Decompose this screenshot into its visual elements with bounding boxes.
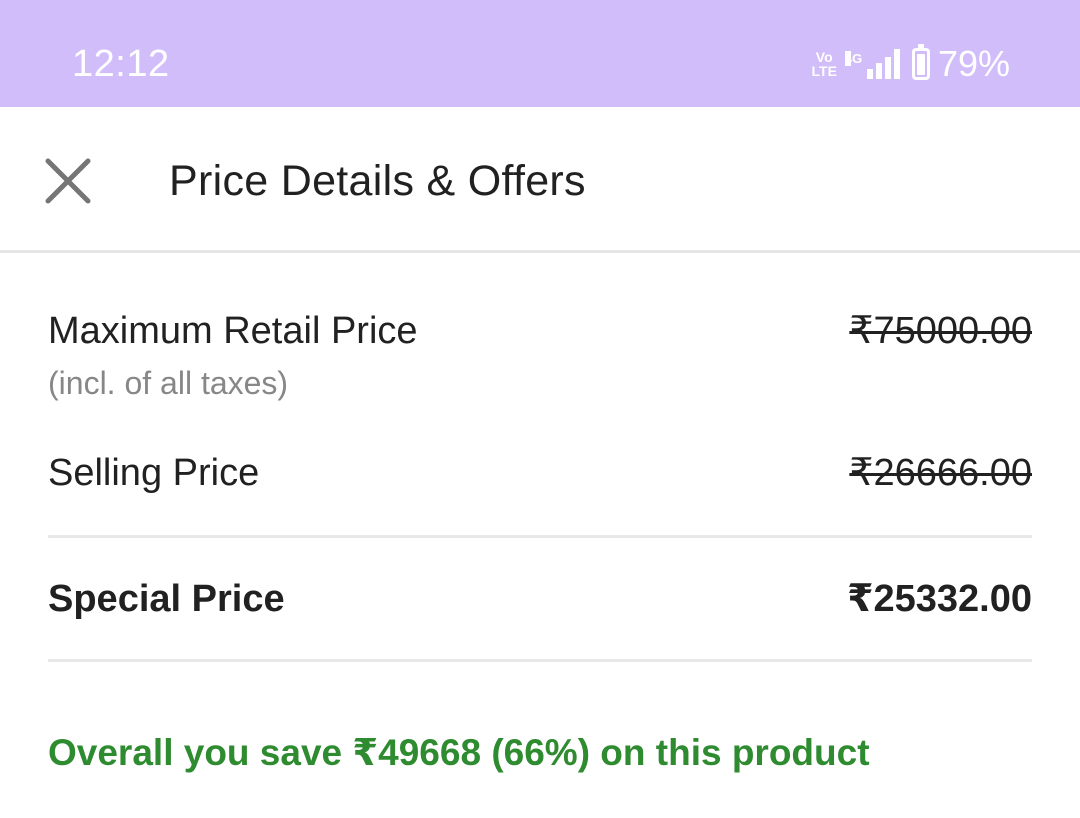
close-button[interactable] [40, 153, 96, 209]
volte-icon: Vo LTE [812, 50, 837, 78]
status-indicators: Vo LTE 4G 79% [812, 40, 1010, 88]
page-header: Price Details & Offers [0, 107, 1080, 253]
battery-percent: 79% [937, 43, 1010, 84]
mrp-sublabel: (incl. of all taxes) [48, 365, 289, 401]
network-type-label: 4G [844, 51, 863, 66]
signal-icon: 4G [844, 49, 900, 79]
special-price-value: ₹25332.00 [847, 578, 1032, 620]
mrp-row: Maximum Retail Price (incl. of all taxes… [48, 307, 1032, 417]
mrp-value: ₹75000.00 [849, 310, 1032, 352]
special-price-label: Special Price [48, 578, 285, 620]
special-price-row: Special Price ₹25332.00 [48, 575, 1032, 623]
divider [48, 535, 1032, 538]
battery-icon [911, 44, 930, 80]
volte-bottom-label: LTE [811, 63, 837, 79]
divider [48, 659, 1032, 662]
selling-price-row: Selling Price ₹26666.00 [48, 449, 1032, 497]
battery-fill [916, 54, 925, 75]
status-bar: 12:12 Vo LTE 4G 79% [0, 0, 1080, 107]
page-title: Price Details & Offers [169, 157, 586, 205]
savings-message: Overall you save ₹49668 (66%) on this pr… [48, 732, 870, 773]
volte-top-label: Vo [815, 49, 833, 65]
status-time: 12:12 [72, 43, 170, 85]
mrp-label: Maximum Retail Price [48, 310, 418, 352]
selling-price-label: Selling Price [48, 452, 260, 494]
close-icon [45, 158, 91, 204]
selling-price-value: ₹26666.00 [849, 452, 1032, 494]
